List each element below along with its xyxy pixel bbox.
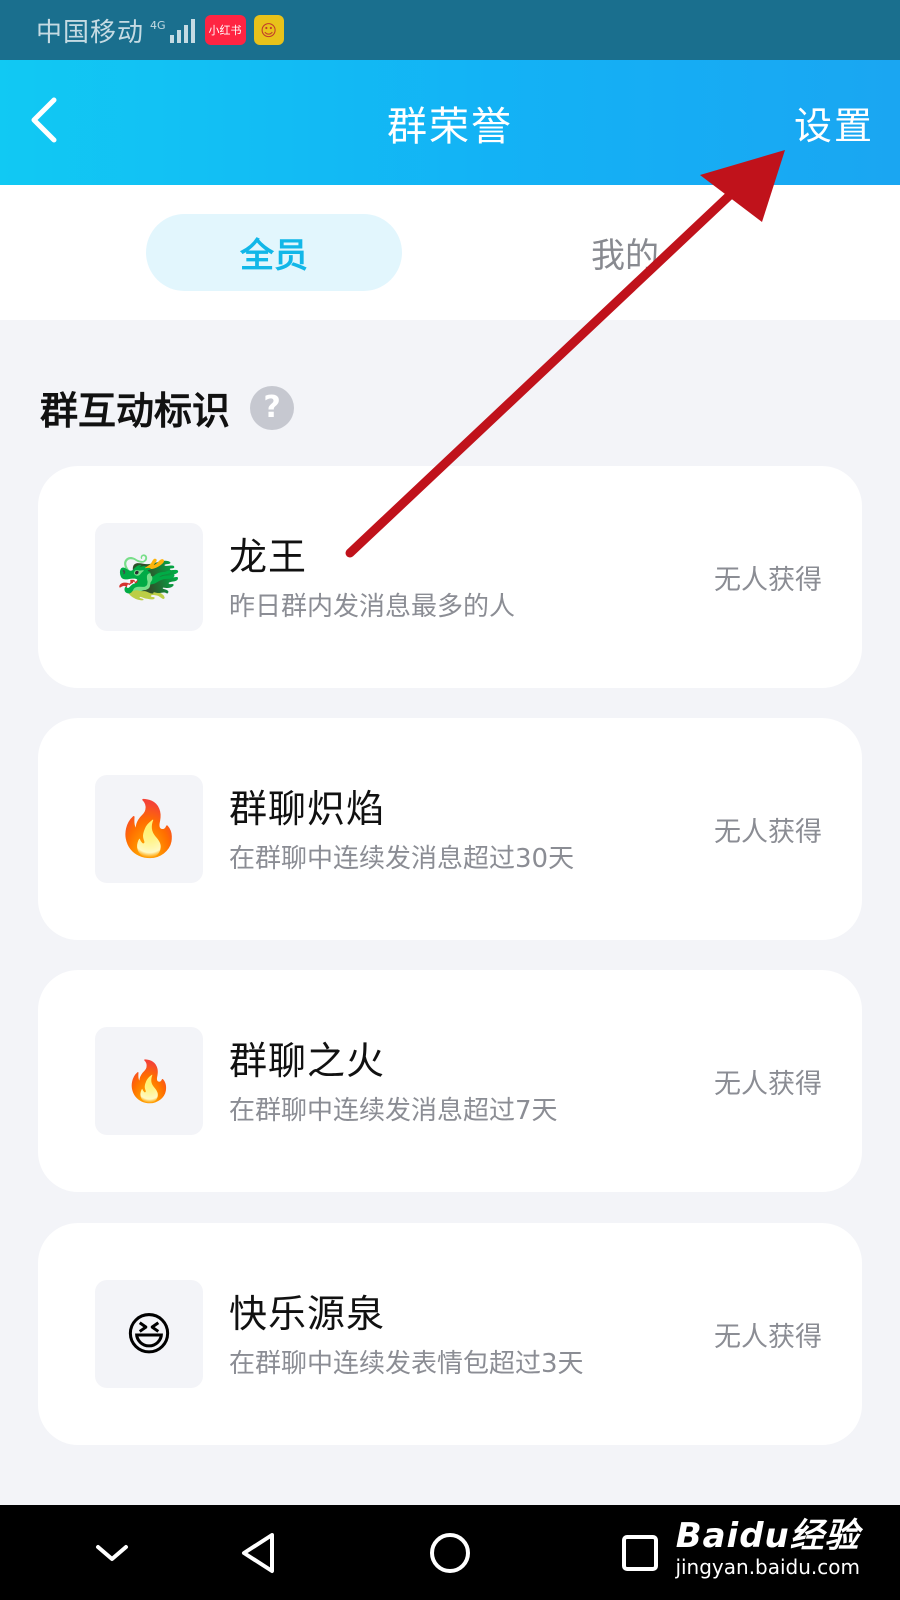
help-icon[interactable]: ? [250, 385, 295, 430]
happy-emoji: 😆 [125, 1307, 173, 1361]
happy-flower-icon: 😆 [95, 1280, 203, 1388]
triangle-back-icon [242, 1533, 274, 1573]
nav-home-button[interactable] [420, 1523, 480, 1583]
tab-all-members[interactable]: 全员 [146, 214, 402, 291]
honor-status: 无人获得 [714, 1068, 822, 1100]
square-recents-icon [622, 1535, 658, 1571]
chevron-left-icon [31, 97, 57, 143]
network-type: 4G [150, 18, 166, 32]
watermark-url: jingyan.baidu.com [675, 1555, 860, 1579]
settings-button[interactable]: 设置 [794, 60, 874, 185]
baidu-jingyan-watermark: Baidu经验 jingyan.baidu.com [675, 1508, 860, 1579]
honor-status: 无人获得 [714, 1321, 822, 1353]
watermark-logo: Baidu经验 [675, 1516, 860, 1556]
nav-recents-button[interactable] [610, 1523, 670, 1583]
campfire-icon: 🔥 [95, 775, 203, 883]
status-bar: 中国移动 4G 小红书 ☺ [0, 0, 900, 60]
honor-name: 快乐源泉 [229, 1292, 386, 1336]
honor-description: 在群聊中连续发表情包超过3天 [229, 1349, 584, 1379]
circle-home-icon [430, 1533, 470, 1573]
chevron-down-icon [96, 1545, 128, 1561]
honor-card-dragon-king[interactable]: 🐲 龙王 昨日群内发消息最多的人 无人获得 [38, 466, 862, 688]
fire-emoji: 🔥 [124, 1058, 174, 1105]
back-button[interactable] [18, 90, 68, 150]
section-title: 群互动标识 [40, 389, 231, 433]
dragon-icon: 🐲 [95, 523, 203, 631]
honor-name: 群聊炽焰 [229, 787, 386, 831]
carrier-name: 中国移动 [36, 17, 145, 48]
honor-description: 昨日群内发消息最多的人 [229, 592, 516, 622]
app-header: 群荣誉 设置 [0, 60, 900, 185]
honor-name: 群聊之火 [229, 1039, 386, 1083]
game-notification-icon: ☺ [253, 15, 284, 45]
xiaohongshu-notification-icon: 小红书 [204, 15, 246, 45]
honor-status: 无人获得 [714, 816, 822, 848]
signal-strength-icon [169, 17, 195, 43]
nav-collapse-button[interactable] [82, 1523, 142, 1583]
section-header: 群互动标识 ? [40, 380, 295, 435]
campfire-emoji: 🔥 [115, 797, 183, 860]
nav-back-button[interactable] [228, 1523, 288, 1583]
honor-status: 无人获得 [714, 564, 822, 596]
screen: 中国移动 4G 小红书 ☺ 群荣誉 设置 全员 我的 群互动标识 ? 🐲 龙王 … [0, 0, 900, 1600]
honor-name: 龙王 [229, 535, 308, 579]
honor-card-happy-source[interactable]: 😆 快乐源泉 在群聊中连续发表情包超过3天 无人获得 [38, 1223, 862, 1445]
honor-card-chat-fire[interactable]: 🔥 群聊之火 在群聊中连续发消息超过7天 无人获得 [38, 970, 862, 1192]
honor-description: 在群聊中连续发消息超过7天 [229, 1096, 558, 1126]
honor-description: 在群聊中连续发消息超过30天 [229, 844, 575, 874]
tab-mine[interactable]: 我的 [497, 214, 753, 291]
dragon-emoji: 🐲 [115, 545, 183, 608]
tab-bar: 全员 我的 [0, 185, 900, 320]
page-title: 群荣誉 [387, 103, 513, 150]
fire-icon: 🔥 [95, 1027, 203, 1135]
honor-card-chat-blaze[interactable]: 🔥 群聊炽焰 在群聊中连续发消息超过30天 无人获得 [38, 718, 862, 940]
